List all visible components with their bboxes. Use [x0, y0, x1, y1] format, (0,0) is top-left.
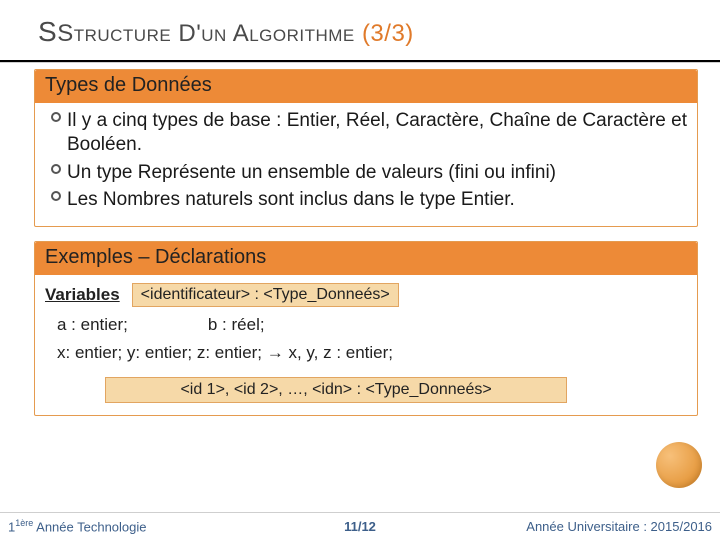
bullet-text: Il y a cinq types de base : Entier, Réel…	[67, 109, 687, 157]
page-fraction: (3/3)	[362, 20, 414, 47]
decl-b: b : réel;	[208, 315, 265, 335]
ring-bullet-icon	[45, 188, 67, 201]
decl-line: x: entier; y: entier; z: entier; → x, y,…	[57, 343, 393, 362]
syntax-multi-id-box: <id 1>, <id 2>, …, <idn> : <Type_Donneés…	[105, 377, 567, 403]
bullet-item: Il y a cinq types de base : Entier, Réel…	[45, 109, 687, 157]
slide-footer: 11ère Année Technologie 11/12 Année Univ…	[0, 512, 720, 540]
footer-left: 11ère Année Technologie	[8, 518, 243, 534]
title-word-1: Structure	[57, 20, 171, 47]
bullet-text: Un type Représente un ensemble de valeur…	[67, 161, 687, 185]
bullet-text: Les Nombres naturels sont inclus dans le…	[67, 188, 687, 212]
bullet-item: Les Nombres naturels sont inclus dans le…	[45, 188, 687, 212]
decl-a: a : entier;	[57, 315, 128, 335]
slide-title-area: SStructure D'un Algorithme (3/3)	[0, 0, 720, 56]
panel-examples: Exemples – Déclarations Variables <ident…	[34, 241, 698, 416]
bullet-item: Un type Représente un ensemble de valeur…	[45, 161, 687, 185]
panel-types-heading: Types de Données	[35, 70, 697, 103]
variables-label: Variables	[45, 285, 120, 305]
footer-page-number: 11/12	[243, 519, 478, 534]
ring-bullet-icon	[45, 109, 67, 122]
footer-right: Année Universitaire : 2015/2016	[477, 519, 712, 534]
slide-title: SStructure D'un Algorithme (3/3)	[38, 16, 720, 48]
decorative-orb-icon	[656, 442, 702, 488]
panel-examples-heading: Exemples – Déclarations	[35, 242, 697, 275]
ring-bullet-icon	[45, 161, 67, 174]
panel-types: Types de Données Il y a cinq types de ba…	[34, 69, 698, 227]
syntax-identifier-box: <identificateur> : <Type_Donneés>	[132, 283, 399, 307]
